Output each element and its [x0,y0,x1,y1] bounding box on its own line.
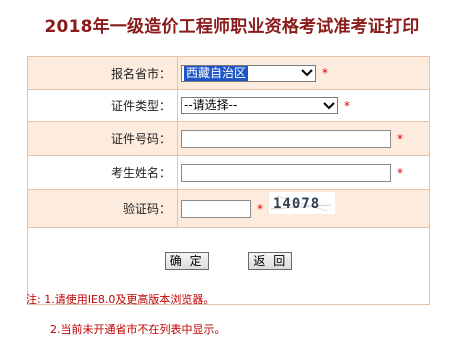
row-name: 考生姓名： * [27,155,430,190]
back-button[interactable]: 返 回 [248,252,293,270]
admission-ticket-form: 报名省市： 西藏自治区 * 证件类型： --请选择-- * 证件号码： * 考生… [27,56,430,305]
row-province: 报名省市： 西藏自治区 * [27,56,430,90]
required-mark: * [397,131,403,146]
name-label: 考生姓名： [27,155,178,190]
province-select[interactable]: 西藏自治区 [181,64,316,82]
name-input[interactable] [181,163,391,182]
required-mark: * [322,66,328,80]
notes: 注: 1.请使用IE8.0及更高版本浏览器。 2.当前未开通省市不在列表中显示。 [26,291,226,336]
chevron-down-icon [322,99,336,112]
required-mark: * [397,165,403,180]
required-mark: * [257,201,263,216]
province-selected-value: 西藏自治区 [184,65,249,81]
captcha-code-text: 14078 [273,196,320,212]
row-id-number: 证件号码： * [27,121,430,156]
page-title: 2018年一级造价工程师职业资格考试准考证打印 [44,17,420,37]
id-type-select[interactable]: --请选择-- [181,97,338,114]
captcha-input[interactable] [181,199,251,218]
chevron-down-icon [300,67,314,80]
id-type-selected-value: --请选择-- [184,98,238,112]
required-mark: * [344,98,350,113]
idtype-label: 证件类型： [27,89,178,122]
id-number-input[interactable] [181,129,391,148]
confirm-button[interactable]: 确 定 [164,252,209,270]
province-label: 报名省市： [27,56,178,90]
row-id-type: 证件类型： --请选择-- * [27,89,430,122]
note-line-1: 注: 1.请使用IE8.0及更高版本浏览器。 [26,293,215,306]
note-line-2: 2.当前未开通省市不在列表中显示。 [50,323,226,336]
idnum-label: 证件号码： [27,121,178,156]
captcha-label: 验证码： [27,189,178,228]
row-captcha: 验证码： * 14078 [27,189,430,228]
captcha-image[interactable]: 14078 [269,191,335,214]
